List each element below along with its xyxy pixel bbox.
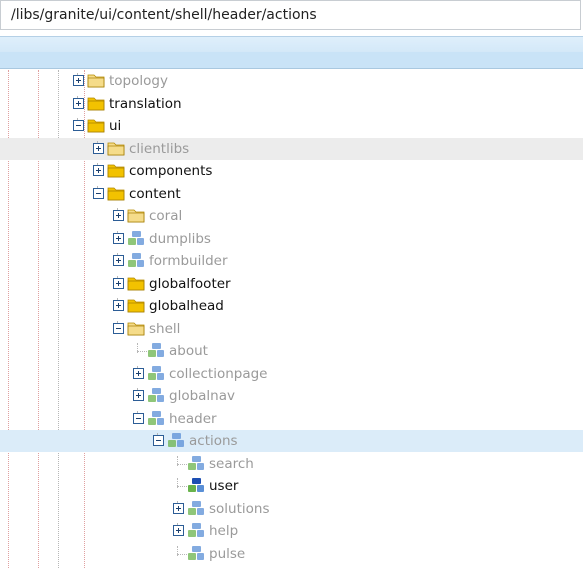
tree-node-about[interactable]: about <box>0 340 583 362</box>
tree-node-label: formbuilder <box>149 253 228 269</box>
folder-icon <box>127 297 145 313</box>
collapse-toggle-icon[interactable] <box>113 322 124 334</box>
folder-icon <box>127 275 145 291</box>
tree-node-ui[interactable]: ui <box>0 115 583 137</box>
path-bar <box>0 0 581 30</box>
folder-icon <box>87 117 105 133</box>
collapse-toggle-icon[interactable] <box>73 120 84 131</box>
tree-node-coral[interactable]: coral <box>0 205 583 227</box>
folder-icon <box>127 207 145 223</box>
tree-node-shell[interactable]: shell <box>0 318 583 340</box>
tree-node-search[interactable]: search <box>0 453 583 475</box>
node-icon <box>147 342 165 358</box>
folder-icon <box>107 185 125 201</box>
tree-header-band <box>0 52 583 69</box>
tree-leaf-line <box>177 463 187 465</box>
tree-node-collectionpage[interactable]: collectionpage <box>0 363 583 385</box>
tree-node-header[interactable]: header <box>0 408 583 430</box>
expand-toggle-icon[interactable] <box>173 525 184 536</box>
expand-toggle-icon[interactable] <box>133 367 144 379</box>
node-icon <box>127 230 145 246</box>
node-icon <box>187 522 205 538</box>
tree-node-actions[interactable]: actions <box>0 430 583 452</box>
tree-node-label: translation <box>109 95 182 112</box>
tree-node-clientlibs[interactable]: clientlibs <box>0 137 583 160</box>
tree-node-globalhead[interactable]: globalhead <box>0 295 583 317</box>
expand-toggle-icon[interactable] <box>113 300 124 311</box>
tree-node-dumplibs[interactable]: dumplibs <box>0 228 583 250</box>
node-icon <box>187 545 205 561</box>
folder-icon <box>107 140 125 156</box>
tree-node-label: globalfooter <box>149 275 231 292</box>
node-icon <box>147 387 165 403</box>
tree-node-globalnav[interactable]: globalnav <box>0 385 583 407</box>
node-icon <box>147 365 165 381</box>
tree-node-label: about <box>169 343 208 359</box>
tree-node-label: shell <box>149 320 181 337</box>
node-icon <box>147 410 165 426</box>
node-icon <box>187 455 205 471</box>
tree-node-topology[interactable]: topology <box>0 70 583 92</box>
tree-node-user[interactable]: user <box>0 475 583 497</box>
folder-icon <box>107 162 125 178</box>
tree-node-help[interactable]: help <box>0 520 583 542</box>
node-icon <box>127 252 145 268</box>
expand-toggle-icon[interactable] <box>93 165 104 176</box>
collapse-toggle-icon[interactable] <box>133 412 144 424</box>
tree-node-label: globalnav <box>169 388 235 404</box>
tree-node-solutions[interactable]: solutions <box>0 498 583 520</box>
tree-node-label: pulse <box>209 545 246 562</box>
expand-toggle-icon[interactable] <box>173 502 184 514</box>
node-highlighted-icon <box>187 477 205 493</box>
expand-toggle-icon[interactable] <box>113 277 124 289</box>
tree-node-label: ui <box>109 118 122 134</box>
expand-toggle-icon[interactable] <box>113 210 124 221</box>
node-icon <box>167 432 185 448</box>
expand-toggle-icon[interactable] <box>73 97 84 109</box>
expand-toggle-icon[interactable] <box>113 232 124 244</box>
expand-toggle-icon[interactable] <box>133 390 144 401</box>
node-icon <box>187 500 205 516</box>
tree-node-label: coral <box>149 208 183 224</box>
tree-node-label: search <box>209 455 254 472</box>
tree-node-label: user <box>209 478 239 494</box>
tree-node-components[interactable]: components <box>0 160 583 182</box>
tree-node-pulse[interactable]: pulse <box>0 543 583 565</box>
tree-node-translation[interactable]: translation <box>0 93 583 115</box>
tree-node-label: collectionpage <box>169 365 268 382</box>
collapse-toggle-icon[interactable] <box>93 187 104 199</box>
tree-node-content[interactable]: content <box>0 183 583 205</box>
tree-node-label: clientlibs <box>129 140 190 157</box>
tree-node-label: actions <box>189 433 238 449</box>
tree-node-label: help <box>209 523 239 539</box>
tree-leaf-line <box>177 553 187 555</box>
tree-node-label: components <box>129 163 213 179</box>
expand-toggle-icon[interactable] <box>73 75 84 86</box>
tree-node-formbuilder[interactable]: formbuilder <box>0 250 583 272</box>
tree-node-label: content <box>129 185 181 202</box>
tree-node-label: header <box>169 410 217 427</box>
folder-icon <box>127 320 145 336</box>
expand-toggle-icon[interactable] <box>113 255 124 266</box>
tree-leaf-line <box>177 486 187 487</box>
toolbar-band <box>0 36 583 53</box>
tree-leaf-line <box>137 351 147 352</box>
folder-icon <box>87 95 105 111</box>
tree-node-label: globalhead <box>149 298 224 314</box>
tree-node-label: topology <box>109 73 168 89</box>
collapse-toggle-icon[interactable] <box>153 435 164 446</box>
repository-tree: topology translation ui clientlibs component… <box>0 70 583 568</box>
tree-node-label: solutions <box>209 500 270 517</box>
path-input[interactable] <box>1 1 571 29</box>
tree-node-globalfooter[interactable]: globalfooter <box>0 273 583 295</box>
tree-node-label: dumplibs <box>149 230 211 247</box>
expand-toggle-icon[interactable] <box>93 142 104 154</box>
folder-icon <box>87 72 105 88</box>
